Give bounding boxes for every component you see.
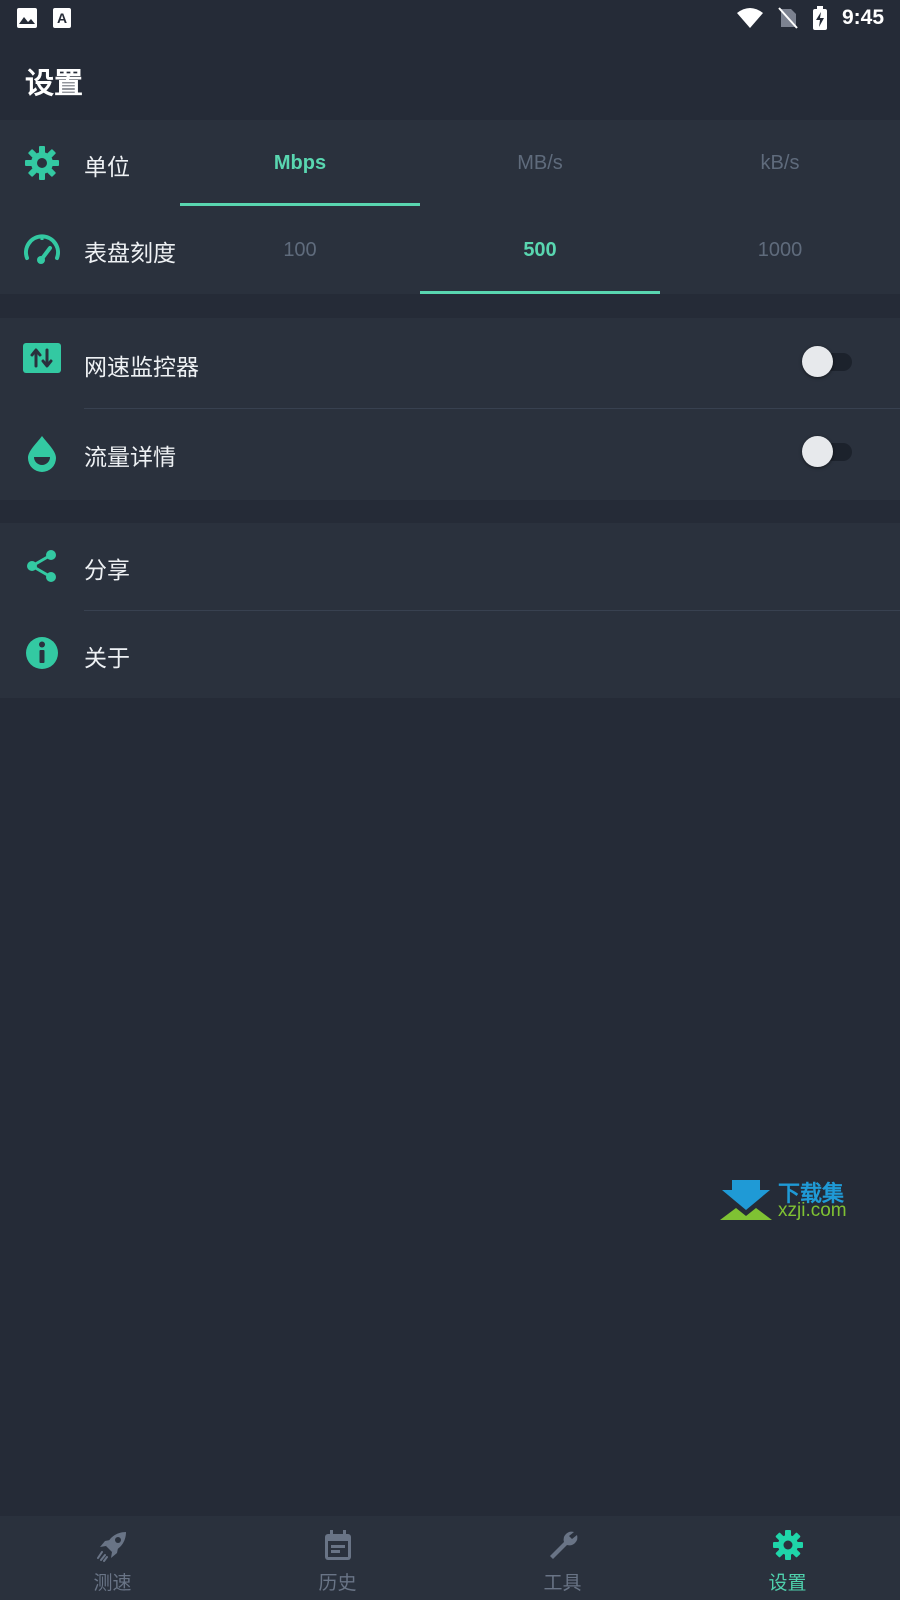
nav-tab-history[interactable]: 历史 xyxy=(225,1516,450,1600)
unit-option-mb-s[interactable]: MB/s xyxy=(420,152,660,175)
speed-monitor-toggle[interactable] xyxy=(802,344,854,380)
display-settings-card: 单位 Mbps MB/s kB/s 表盘刻度 100 500 1000 xyxy=(0,120,900,294)
speedometer-icon xyxy=(24,234,60,264)
wifi-icon xyxy=(736,8,763,28)
nav-tab-settings[interactable]: 设置 xyxy=(675,1516,900,1600)
speed-monitor-row[interactable]: 网速监控器 xyxy=(0,318,900,408)
dial-scale-label: 表盘刻度 xyxy=(84,241,176,267)
toggle-knob xyxy=(802,436,833,467)
page-title: 设置 xyxy=(25,66,84,100)
dial-scale-row: 表盘刻度 100 500 1000 xyxy=(0,206,900,294)
up-down-arrows-icon xyxy=(23,343,61,373)
toggle-knob xyxy=(802,346,833,377)
traffic-details-label: 流量详情 xyxy=(84,445,176,471)
nav-label-tools: 工具 xyxy=(543,1572,582,1594)
share-label: 分享 xyxy=(84,558,130,584)
status-bar: A 9:45 xyxy=(0,0,900,36)
unit-row: 单位 Mbps MB/s kB/s xyxy=(0,120,900,206)
rocket-icon xyxy=(96,1532,126,1562)
watermark-text-en: xzji.com xyxy=(778,1200,847,1221)
nav-tab-tools[interactable]: 工具 xyxy=(450,1516,675,1600)
bottom-navigation: 测速 历史 工具 设置 xyxy=(0,1516,900,1600)
share-icon xyxy=(27,550,56,582)
svg-text:A: A xyxy=(57,10,67,26)
dial-option-1000[interactable]: 1000 xyxy=(660,239,900,262)
about-label: 关于 xyxy=(84,646,130,672)
monitor-settings-card: 网速监控器 流量详情 xyxy=(0,318,900,500)
nav-label-history: 历史 xyxy=(318,1572,357,1594)
drop-icon xyxy=(28,436,56,472)
image-icon xyxy=(17,8,37,28)
dial-option-100[interactable]: 100 xyxy=(180,239,420,262)
xzji-logo-icon xyxy=(720,1180,772,1220)
share-row[interactable]: 分享 xyxy=(0,523,900,610)
nav-tab-speedtest[interactable]: 测速 xyxy=(0,1516,225,1600)
text-a-icon: A xyxy=(53,8,71,28)
gear-icon xyxy=(25,146,59,180)
watermark-logo: 下载集 xzji.com xyxy=(718,1176,868,1224)
calendar-icon xyxy=(324,1530,351,1560)
misc-settings-card: 分享 关于 xyxy=(0,523,900,698)
traffic-details-row[interactable]: 流量详情 xyxy=(0,409,900,500)
info-icon xyxy=(26,637,58,669)
traffic-details-toggle[interactable] xyxy=(802,434,854,470)
no-sim-icon xyxy=(778,7,798,29)
unit-option-kb-s[interactable]: kB/s xyxy=(660,152,900,175)
gear-icon xyxy=(772,1530,803,1560)
speed-monitor-label: 网速监控器 xyxy=(84,355,199,381)
unit-option-mbps[interactable]: Mbps xyxy=(180,152,420,175)
about-row[interactable]: 关于 xyxy=(0,611,900,698)
wrench-icon xyxy=(549,1531,577,1559)
dial-option-500[interactable]: 500 xyxy=(420,239,660,262)
nav-label-settings: 设置 xyxy=(768,1572,807,1594)
app-header: 设置 xyxy=(0,36,900,120)
nav-label-speedtest: 测速 xyxy=(93,1572,132,1594)
unit-label: 单位 xyxy=(84,155,130,181)
clock: 9:45 xyxy=(841,6,884,29)
battery-charging-icon xyxy=(812,6,827,30)
dial-selected-indicator xyxy=(420,291,660,294)
